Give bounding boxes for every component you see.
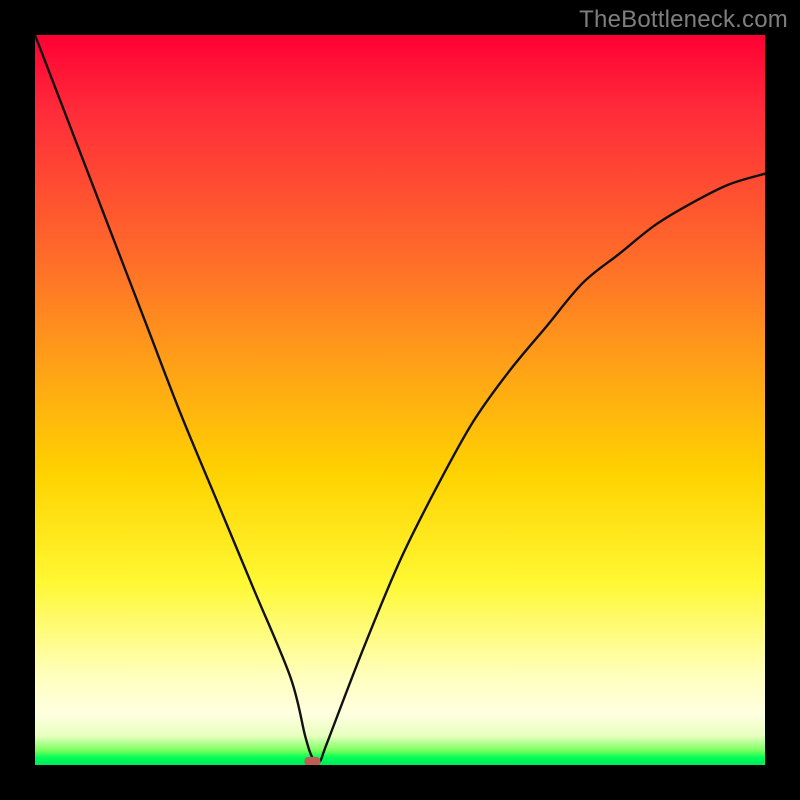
chart-frame: TheBottleneck.com — [0, 0, 800, 800]
curve-path — [35, 35, 765, 762]
bottleneck-curve — [35, 35, 765, 765]
watermark-text: TheBottleneck.com — [579, 6, 788, 34]
plot-area — [35, 35, 765, 765]
min-marker — [304, 757, 320, 765]
